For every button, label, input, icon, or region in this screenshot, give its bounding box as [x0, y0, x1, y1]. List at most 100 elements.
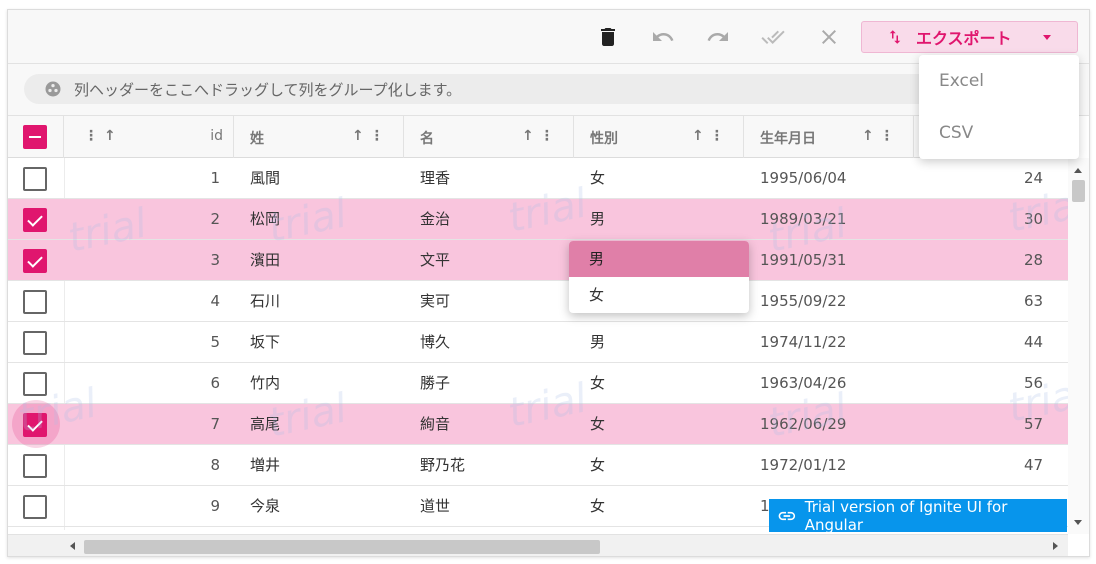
cell-dob[interactable]: 1972/01/12 [760, 445, 910, 486]
trial-banner-link[interactable]: Trial version of Ignite UI for Angular [769, 498, 1067, 534]
cell-next[interactable]: 24 [1024, 158, 1068, 199]
cell-dob[interactable]: 1962/06/29 [760, 404, 910, 445]
row-checkbox[interactable] [23, 372, 47, 396]
sort-arrow-up-icon[interactable]: ↑ [522, 128, 534, 144]
cell-next[interactable]: 63 [1024, 281, 1068, 322]
more-vert-icon[interactable]: ⋮ [540, 128, 554, 144]
cell-dob[interactable]: 1991/05/31 [760, 240, 910, 281]
header-dob[interactable]: 生年月日 ↑ ⋮ [744, 116, 914, 158]
cell-dob[interactable]: 1995/06/04 [760, 158, 910, 199]
horizontal-scroll-thumb[interactable] [84, 540, 600, 554]
cell-sei[interactable]: 増井 [250, 445, 400, 486]
cell-mei[interactable]: 理香 [420, 158, 570, 199]
redo-icon[interactable] [705, 24, 731, 50]
cell-id[interactable]: 2 [64, 199, 234, 240]
header-sei[interactable]: 姓 ↑ ⋮ [234, 116, 404, 158]
cell-mei[interactable]: 野乃花 [420, 445, 570, 486]
cell-dob[interactable]: 1963/04/26 [760, 363, 910, 404]
table-row[interactable]: 1 風間 理香 女 1995/06/04 24 [8, 158, 1068, 199]
row-checkbox[interactable] [23, 331, 47, 355]
row-checkbox[interactable] [23, 413, 47, 437]
cell-mei[interactable]: 博久 [420, 322, 570, 363]
cell-dob[interactable]: 1989/03/21 [760, 199, 910, 240]
export-button[interactable]: エクスポート [861, 21, 1078, 53]
cell-sei[interactable]: 石川 [250, 281, 400, 322]
table-row[interactable]: 4 石川 実可 1955/09/22 63 [8, 281, 1068, 322]
cell-mei[interactable]: 勝子 [420, 363, 570, 404]
sex-select-dropdown[interactable]: 男 女 [569, 241, 749, 313]
export-csv-item[interactable]: CSV [919, 107, 1079, 159]
row-checkbox[interactable] [23, 249, 47, 273]
sort-arrow-up-icon[interactable]: ↑ [862, 128, 874, 144]
row-checkbox[interactable] [23, 454, 47, 478]
more-vert-icon[interactable]: ⋮ [84, 128, 98, 144]
cell-next[interactable]: 44 [1024, 322, 1068, 363]
cell-sex[interactable]: 女 [590, 363, 740, 404]
cell-mei[interactable]: 実可 [420, 281, 570, 322]
horizontal-scrollbar[interactable] [8, 534, 1068, 556]
more-vert-icon[interactable]: ⋮ [370, 128, 384, 144]
more-vert-icon[interactable]: ⋮ [710, 128, 724, 144]
cell-sei[interactable]: 坂下 [250, 322, 400, 363]
scroll-left-icon[interactable] [70, 542, 75, 550]
cell-next[interactable]: 56 [1024, 363, 1068, 404]
undo-icon[interactable] [650, 24, 676, 50]
more-vert-icon[interactable]: ⋮ [880, 128, 894, 144]
table-row[interactable]: 6 竹内 勝子 女 1963/04/26 56 [8, 363, 1068, 404]
table-row[interactable]: 5 坂下 博久 男 1974/11/22 44 [8, 322, 1068, 363]
cell-sei[interactable]: 竹内 [250, 363, 400, 404]
header-mei[interactable]: 名 ↑ ⋮ [404, 116, 574, 158]
trash-icon[interactable] [595, 24, 621, 50]
cell-sei[interactable]: 濱田 [250, 240, 400, 281]
cell-sei[interactable]: 松岡 [250, 199, 400, 240]
table-row[interactable]: 3 濱田 文平 1991/05/31 28 [8, 240, 1068, 281]
header-sex[interactable]: 性別 ↑ ⋮ [574, 116, 744, 158]
cell-sei[interactable]: 風間 [250, 158, 400, 199]
cell-next[interactable]: 28 [1024, 240, 1068, 281]
cell-sex[interactable]: 女 [590, 486, 740, 527]
cell-sex[interactable]: 女 [590, 404, 740, 445]
table-row[interactable]: 7 高尾 絢音 女 1962/06/29 57 [8, 400, 1068, 448]
cell-next[interactable]: 30 [1024, 199, 1068, 240]
cell-mei[interactable]: 金治 [420, 199, 570, 240]
cell-sex[interactable]: 女 [590, 445, 740, 486]
select-all-checkbox[interactable] [23, 125, 47, 149]
cell-sex[interactable]: 女 [590, 158, 740, 199]
cell-id[interactable]: 8 [64, 445, 234, 486]
scroll-right-icon[interactable] [1053, 542, 1058, 550]
row-checkbox[interactable] [23, 495, 47, 519]
cell-mei[interactable]: 道世 [420, 486, 570, 527]
table-row[interactable]: 2 松岡 金治 男 1989/03/21 30 [8, 199, 1068, 240]
cell-id[interactable]: 6 [64, 363, 234, 404]
scroll-down-icon[interactable] [1074, 520, 1082, 525]
cell-id[interactable]: 1 [64, 158, 234, 199]
cell-mei[interactable]: 文平 [420, 240, 570, 281]
scroll-up-icon[interactable] [1074, 168, 1082, 173]
row-checkbox[interactable] [23, 167, 47, 191]
cell-sex[interactable]: 男 [590, 322, 740, 363]
row-checkbox[interactable] [23, 290, 47, 314]
cell-id[interactable]: 5 [64, 322, 234, 363]
cell-sei[interactable]: 今泉 [250, 486, 400, 527]
cell-id[interactable]: 7 [64, 404, 234, 445]
sort-arrow-up-icon[interactable]: ↑ [692, 128, 704, 144]
header-id[interactable]: ⋮ ↑ id [64, 116, 234, 158]
cell-dob[interactable]: 1955/09/22 [760, 281, 910, 322]
cell-id[interactable]: 3 [64, 240, 234, 281]
done-all-icon[interactable] [760, 24, 786, 50]
cell-mei[interactable]: 絢音 [420, 404, 570, 445]
cell-sei[interactable]: 高尾 [250, 404, 400, 445]
sex-option-female[interactable]: 女 [569, 277, 749, 313]
table-row[interactable]: 8 増井 野乃花 女 1972/01/12 47 [8, 445, 1068, 486]
vertical-scroll-thumb[interactable] [1072, 180, 1085, 202]
cell-id[interactable]: 4 [64, 281, 234, 322]
export-excel-item[interactable]: Excel [919, 55, 1079, 107]
sex-option-male[interactable]: 男 [569, 241, 749, 277]
sort-arrow-up-icon[interactable]: ↑ [104, 128, 116, 144]
group-by-drop-zone[interactable]: 列ヘッダーをここへドラッグして列をグループ化します。 [24, 74, 1064, 104]
cell-next[interactable]: 47 [1024, 445, 1068, 486]
row-checkbox[interactable] [23, 208, 47, 232]
vertical-scrollbar[interactable] [1068, 158, 1089, 534]
sort-arrow-up-icon[interactable]: ↑ [352, 128, 364, 144]
cell-id[interactable]: 9 [64, 486, 234, 527]
